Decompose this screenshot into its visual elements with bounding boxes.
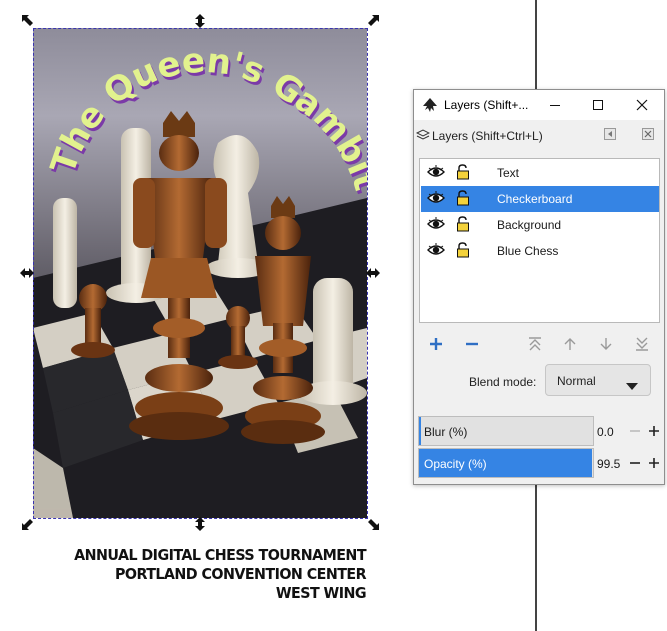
dock-header: Layers (Shift+Ctrl+L) — [414, 122, 664, 146]
blend-mode-label: Blend mode: — [469, 375, 537, 389]
layer-name: Checkerboard — [497, 192, 573, 206]
poster-image[interactable]: The Queen's Gambit The Queen's Gambit — [33, 28, 367, 518]
unlocked-padlock-icon[interactable] — [456, 216, 470, 237]
dock-close-icon[interactable] — [640, 126, 656, 142]
scale-handle-top-right[interactable] — [366, 14, 380, 28]
window-titlebar[interactable]: Layers (Shift+... — [414, 90, 664, 120]
layer-row-background[interactable]: Background — [421, 212, 659, 238]
lower-to-bottom-icon[interactable] — [631, 333, 653, 355]
layers-window: Layers (Shift+... Layers (Shift+Ctrl+L) — [413, 89, 665, 485]
raise-to-top-icon[interactable] — [524, 333, 546, 355]
layer-row-blue-chess[interactable]: Blue Chess — [421, 238, 659, 264]
window-title: Layers (Shift+... — [444, 98, 529, 112]
layer-name: Blue Chess — [497, 244, 559, 258]
blend-mode-value: Normal — [557, 374, 596, 388]
blur-value[interactable]: 0.0 — [597, 425, 614, 439]
dock-title: Layers (Shift+Ctrl+L) — [432, 129, 543, 143]
minimize-button[interactable] — [533, 90, 577, 120]
unlocked-padlock-icon[interactable] — [456, 164, 470, 185]
scale-handle-bottom-left[interactable] — [21, 517, 35, 531]
opacity-label: Opacity (%) — [424, 457, 487, 471]
layers-icon — [415, 128, 431, 146]
blur-slider[interactable]: Blur (%) — [418, 416, 594, 446]
opacity-slider[interactable]: Opacity (%) — [418, 448, 594, 478]
scale-handle-left[interactable] — [20, 266, 34, 280]
inkscape-app-icon — [422, 97, 438, 118]
opacity-increment-icon[interactable] — [646, 455, 662, 471]
chevron-down-icon — [626, 377, 638, 395]
add-layer-icon[interactable] — [425, 333, 447, 355]
visibility-eye-icon[interactable] — [427, 217, 445, 236]
blur-label: Blur (%) — [424, 425, 468, 439]
scale-handle-right[interactable] — [366, 266, 380, 280]
caption-line-2: PORTLAND CONVENTION CENTER — [114, 565, 367, 583]
lower-icon[interactable] — [595, 333, 617, 355]
raise-icon[interactable] — [559, 333, 581, 355]
poster-caption[interactable]: ANNUAL DIGITAL CHESS TOURNAMENT PORTLAND… — [66, 546, 366, 603]
layer-row-checkerboard[interactable]: Checkerboard — [421, 186, 659, 212]
scale-handle-top-left[interactable] — [21, 14, 35, 28]
visibility-eye-icon[interactable] — [427, 191, 445, 210]
scale-handle-bottom-right[interactable] — [366, 517, 380, 531]
opacity-value[interactable]: 99.5 — [597, 457, 620, 471]
layer-row-text[interactable]: Text — [421, 160, 659, 186]
layers-toolbar — [414, 333, 664, 357]
blur-increment-icon[interactable] — [646, 423, 662, 439]
blur-decrement-icon[interactable] — [627, 423, 643, 439]
unlocked-padlock-icon[interactable] — [456, 242, 470, 263]
layers-list: Text Checkerboard Background Blue Chess — [419, 158, 660, 323]
maximize-button[interactable] — [576, 90, 620, 120]
close-button[interactable] — [620, 90, 664, 120]
visibility-eye-icon[interactable] — [427, 243, 445, 262]
caption-line-1: ANNUAL DIGITAL CHESS TOURNAMENT — [74, 546, 366, 564]
opacity-decrement-icon[interactable] — [627, 455, 643, 471]
scale-handle-top[interactable] — [193, 14, 207, 28]
caption-line-3: WEST WING — [275, 584, 367, 602]
visibility-eye-icon[interactable] — [427, 165, 445, 184]
dock-iconify-icon[interactable] — [602, 126, 618, 142]
remove-layer-icon[interactable] — [461, 333, 483, 355]
layer-name: Background — [497, 218, 562, 232]
unlocked-padlock-icon[interactable] — [456, 190, 470, 211]
layer-name: Text — [497, 166, 520, 180]
blur-slider-fill — [419, 417, 421, 445]
scale-handle-bottom[interactable] — [193, 517, 207, 531]
blend-mode-dropdown[interactable]: Normal — [545, 364, 651, 396]
